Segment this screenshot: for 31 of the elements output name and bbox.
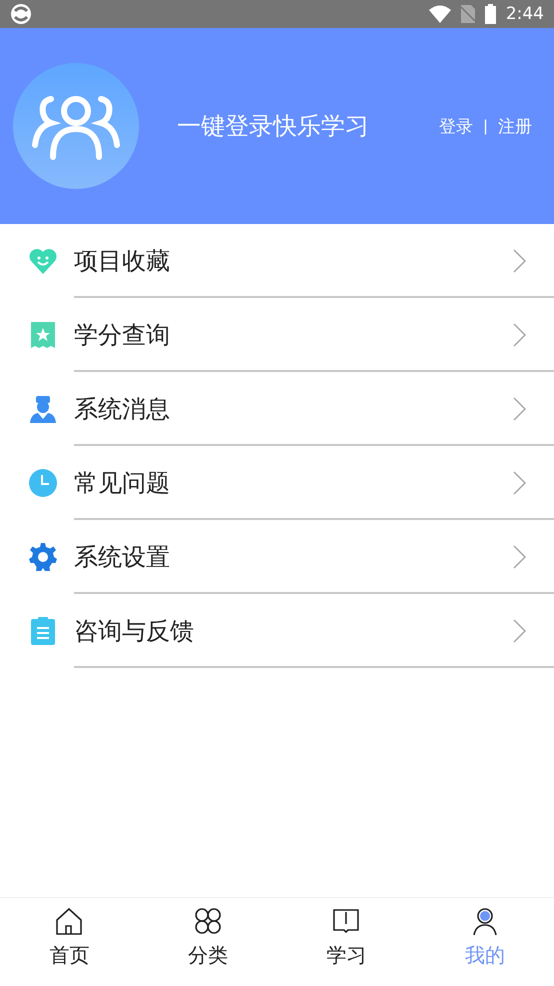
menu-item[interactable]: 系统设置: [74, 520, 554, 594]
menu-item[interactable]: 系统消息: [74, 372, 554, 446]
tab[interactable]: 分类: [138, 898, 277, 986]
no-sim-icon: [460, 5, 475, 23]
chevron-right-icon: [512, 322, 528, 348]
clipboard-icon: [28, 616, 58, 646]
settings-icon: [28, 542, 58, 572]
chevron-right-icon: [512, 396, 528, 422]
chevron-right-icon: [512, 544, 528, 570]
book-icon: [331, 906, 362, 936]
link-separator: |: [482, 117, 488, 135]
status-time: 2:44: [506, 4, 544, 24]
tab[interactable]: 首页: [0, 898, 138, 986]
clock-icon: [28, 468, 58, 498]
battery-icon: [484, 4, 496, 24]
menu-item[interactable]: 咨询与反馈: [74, 594, 554, 668]
nurse-icon: [28, 394, 58, 424]
star-ticket-icon: [28, 320, 58, 350]
tab[interactable]: 学习: [277, 898, 416, 986]
menu-item[interactable]: 常见问题: [74, 446, 554, 520]
smiling-heart-icon: [28, 246, 58, 276]
wifi-icon: [428, 5, 451, 23]
home-icon: [54, 906, 84, 936]
chevron-right-icon: [512, 470, 528, 496]
four-petal-icon: [192, 906, 223, 936]
menu-item[interactable]: 项目收藏: [74, 224, 554, 298]
login-slogan: 一键登录快乐学习: [177, 111, 369, 142]
chevron-right-icon: [512, 618, 528, 644]
app-logo-icon: [10, 3, 32, 25]
chevron-right-icon: [512, 248, 528, 274]
menu-item[interactable]: 学分查询: [74, 298, 554, 372]
